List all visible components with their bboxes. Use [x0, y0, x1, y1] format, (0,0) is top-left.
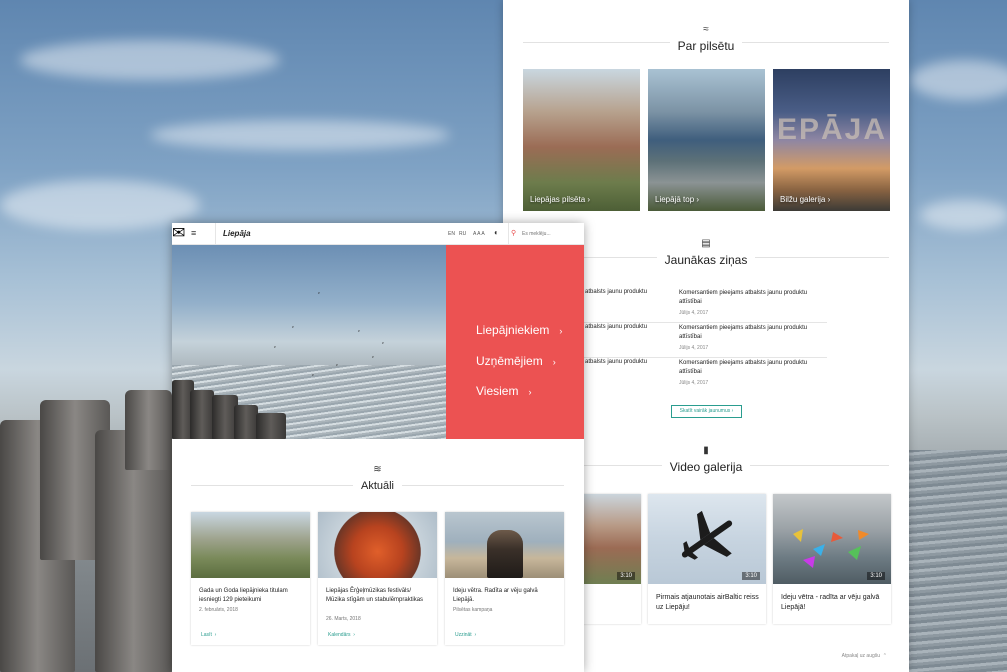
video-duration: 3:10	[867, 572, 885, 580]
mail-icon[interactable]: ✉	[172, 223, 185, 243]
news-item-date: Jūlijs 4, 2017	[679, 310, 709, 316]
menu-item-entrepreneurs[interactable]: Uzņēmējiem ›	[476, 354, 556, 368]
video-title: Video galerija	[661, 460, 751, 474]
news-item-title: Komersantiem pieejams atbalsts jaunu pro…	[679, 360, 808, 375]
article-date: 26. Marts, 2018	[326, 616, 361, 622]
article-date: 2. februāris, 2018	[199, 607, 238, 613]
liepaja-sign: EPĀJA	[777, 113, 888, 146]
city-card-liepaja-top[interactable]: Liepājā top ›	[648, 69, 765, 211]
video-title-text: Pirmais atjaunotais airBaltic reiss uz L…	[656, 594, 759, 611]
article-card[interactable]: Liepājas Ērģeļmūzikas festivāls/ Mūzika …	[318, 512, 437, 645]
chevron-right-icon: ›	[559, 326, 563, 336]
hero: ᵛ ᵛ ᵛ ᵛ ᵛ ᵛ ᵛ ᵛ Liepājniekiem › Uzņēmējie…	[172, 245, 584, 439]
hero-photo: ᵛ ᵛ ᵛ ᵛ ᵛ ᵛ ᵛ ᵛ	[172, 245, 446, 439]
city-card-label: Liepājas pilsēta ›	[530, 195, 591, 204]
video-title-text: Ideju vētra - radīta ar vēju galvā Liepā…	[781, 594, 880, 611]
audience-menu: Liepājniekiem › Uzņēmējiem › Viesiem ›	[446, 245, 584, 439]
video-thumbnail: 3:10	[773, 494, 891, 584]
about-title: Par pilsētu	[669, 39, 743, 53]
article-link[interactable]: Kalendārs ›	[328, 632, 355, 638]
news-title: Jaunākas ziņas	[656, 253, 756, 267]
airplane-image	[681, 510, 733, 560]
news-item-date: Jūlijs 4, 2017	[679, 345, 709, 351]
menu-item-visitors[interactable]: Viesiem ›	[476, 384, 531, 398]
city-card-gallery[interactable]: EPĀJA Bilžu galerija ›	[773, 69, 890, 211]
menu-item-residents[interactable]: Liepājniekiem ›	[476, 323, 562, 337]
home-page: ≡ Liepāja EN RU A A A ◐ ⚲ ᵛ ᵛ ᵛ ᵛ ᵛ ᵛ ᵛ …	[172, 223, 584, 672]
logo[interactable]: Liepāja	[223, 229, 251, 238]
article-title: Liepājas Ērģeļmūzikas festivāls/ Mūzika …	[326, 588, 424, 603]
news-item-title: Komersantiem pieejams atbalsts jaunu pro…	[679, 325, 808, 340]
article-thumbnail	[445, 512, 564, 578]
about-section-header: ≈ Par pilsētu	[523, 24, 889, 55]
article-thumbnail	[318, 512, 437, 578]
chevron-right-icon: ›	[552, 357, 556, 367]
about-cards: Liepājas pilsēta › Liepājā top › EPĀJA B…	[523, 69, 890, 211]
waves-icon: ≈	[703, 24, 709, 35]
menu-icon[interactable]: ≡	[191, 229, 199, 238]
newspaper-icon: ▤	[701, 238, 711, 249]
search-input[interactable]	[522, 230, 577, 238]
header: ≡ Liepāja EN RU A A A ◐ ⚲	[172, 223, 584, 245]
aktuali-section-header: ≋ Aktuāli	[191, 464, 564, 494]
city-card-label: Bilžu galerija ›	[780, 195, 831, 204]
news-item-left-title: atbalsts jaunu produktu	[585, 324, 648, 330]
more-news-button[interactable]: Skatīt vairāk jaunumus ›	[671, 405, 742, 418]
news-item-left-title: atbalsts jaunu produktu	[585, 289, 648, 295]
city-card-liepaja[interactable]: Liepājas pilsēta ›	[523, 69, 640, 211]
article-card[interactable]: Ideju vētra. Radīta ar vēju galvā Liepāj…	[445, 512, 564, 645]
article-title: Ideju vētra. Radīta ar vēju galvā Liepāj…	[453, 588, 538, 603]
video-thumbnail: 3:10	[648, 494, 766, 584]
colored-shapes-image	[793, 529, 869, 568]
back-to-top-link[interactable]: Atpakaļ uz augšu ⌃	[842, 653, 887, 659]
contrast-icon[interactable]: ◐	[494, 229, 502, 237]
chevron-right-icon: ›	[528, 387, 532, 397]
video-card[interactable]: 3:10 Ideju vētra - radīta ar vēju galvā …	[773, 494, 891, 624]
film-icon: ▮	[703, 445, 709, 456]
article-thumbnail	[191, 512, 310, 578]
video-duration: 3:10	[742, 572, 760, 580]
lang-en-link[interactable]: EN	[448, 231, 455, 237]
wind-icon: ≋	[373, 464, 382, 475]
article-meta: Pilsētas kampaņa	[453, 607, 493, 613]
article-link[interactable]: Lasīt ›	[201, 632, 216, 638]
news-item-left-title: atbalsts jaunu produktu	[585, 359, 648, 365]
article-link[interactable]: Uzzināt ›	[455, 632, 476, 638]
news-item-title: Komersantiem pieejams atbalsts jaunu pro…	[679, 290, 808, 305]
video-card[interactable]: 3:10 Pirmais atjaunotais airBaltic reiss…	[648, 494, 766, 624]
font-size-control[interactable]: A A A	[473, 231, 485, 237]
news-item-date: Jūlijs 4, 2017	[679, 380, 709, 386]
search-icon[interactable]: ⚲	[511, 229, 516, 237]
video-duration: 3:10	[617, 572, 635, 580]
city-card-label: Liepājā top ›	[655, 195, 700, 204]
aktuali-title: Aktuāli	[352, 480, 403, 492]
article-card[interactable]: Gada un Goda liepājnieka titulam iesnieg…	[191, 512, 310, 645]
lang-ru-link[interactable]: RU	[459, 231, 466, 237]
article-title: Gada un Goda liepājnieka titulam iesnieg…	[199, 588, 288, 603]
